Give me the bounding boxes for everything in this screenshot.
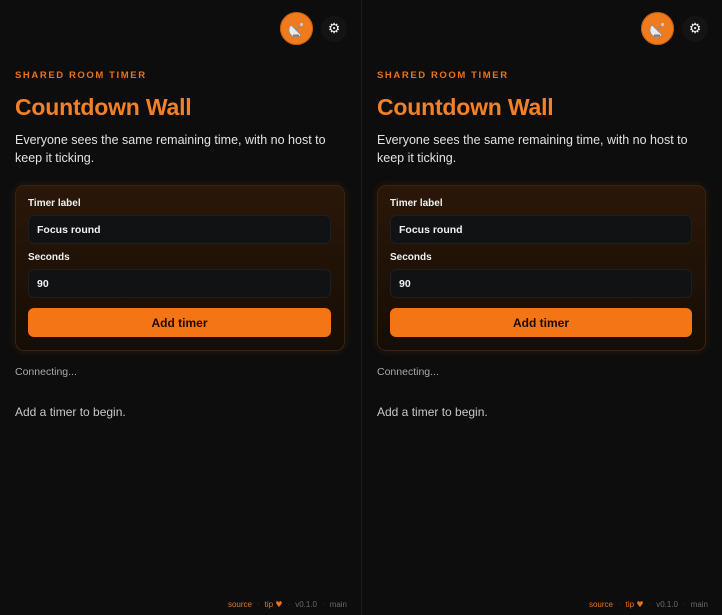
settings-gear-icon[interactable]: ⚙ xyxy=(321,15,347,42)
footer-separator: · xyxy=(648,600,652,609)
footer: source · tip ♥ · v0.1.0 · main xyxy=(228,600,347,609)
footer-separator: · xyxy=(617,600,621,609)
settings-gear-icon[interactable]: ⚙ xyxy=(682,15,708,42)
seconds-field-label: Seconds xyxy=(28,252,70,263)
footer-separator: · xyxy=(287,600,291,609)
main-content: SHARED ROOM TIMER Countdown Wall Everyon… xyxy=(15,70,345,419)
satellite-dish-icon xyxy=(649,22,664,37)
avatar[interactable] xyxy=(641,12,674,45)
eyebrow-label: SHARED ROOM TIMER xyxy=(15,70,147,81)
top-bar: ⚙ xyxy=(641,12,708,45)
branch-label: main xyxy=(690,600,708,609)
add-timer-button[interactable]: Add timer xyxy=(390,308,692,337)
timer-label-field-label: Timer label xyxy=(390,198,443,209)
page-description: Everyone sees the same remaining time, w… xyxy=(15,133,326,165)
add-timer-form: Timer label Focus round Seconds 90 Add t… xyxy=(15,185,345,351)
footer-separator: · xyxy=(682,600,686,609)
avatar[interactable] xyxy=(280,12,313,45)
timer-label-input[interactable]: Focus round xyxy=(28,215,331,244)
footer-separator: · xyxy=(256,600,260,609)
add-timer-form: Timer label Focus round Seconds 90 Add t… xyxy=(377,185,706,351)
page-title: Countdown Wall xyxy=(15,94,192,120)
seconds-field-label: Seconds xyxy=(390,252,432,263)
version-label: v0.1.0 xyxy=(295,600,317,609)
connection-status: Connecting... xyxy=(15,366,77,378)
tip-link[interactable]: tip ♥ xyxy=(626,600,644,609)
footer: source · tip ♥ · v0.1.0 · main xyxy=(589,600,708,609)
page-title: Countdown Wall xyxy=(377,94,554,120)
satellite-dish-icon xyxy=(288,22,303,37)
heart-icon: ♥ xyxy=(275,600,283,609)
client-pane-right: ⚙ SHARED ROOM TIMER Countdown Wall Every… xyxy=(361,0,722,615)
source-link[interactable]: source xyxy=(228,600,252,609)
branch-label: main xyxy=(329,600,347,609)
page-description: Everyone sees the same remaining time, w… xyxy=(377,133,688,165)
seconds-input[interactable]: 90 xyxy=(390,269,692,298)
heart-icon: ♥ xyxy=(636,600,644,609)
version-label: v0.1.0 xyxy=(656,600,678,609)
client-pane-left: ⚙ SHARED ROOM TIMER Countdown Wall Every… xyxy=(0,0,361,615)
empty-state-message: Add a timer to begin. xyxy=(377,405,488,419)
eyebrow-label: SHARED ROOM TIMER xyxy=(377,70,509,81)
timer-label-input[interactable]: Focus round xyxy=(390,215,692,244)
seconds-input[interactable]: 90 xyxy=(28,269,331,298)
source-link[interactable]: source xyxy=(589,600,613,609)
tip-link[interactable]: tip ♥ xyxy=(265,600,283,609)
main-content: SHARED ROOM TIMER Countdown Wall Everyon… xyxy=(377,70,706,419)
tip-label: tip xyxy=(625,600,635,609)
tip-label: tip xyxy=(264,600,274,609)
empty-state-message: Add a timer to begin. xyxy=(15,405,126,419)
top-bar: ⚙ xyxy=(280,12,347,45)
footer-separator: · xyxy=(321,600,325,609)
add-timer-button[interactable]: Add timer xyxy=(28,308,331,337)
connection-status: Connecting... xyxy=(377,366,439,378)
timer-label-field-label: Timer label xyxy=(28,198,81,209)
